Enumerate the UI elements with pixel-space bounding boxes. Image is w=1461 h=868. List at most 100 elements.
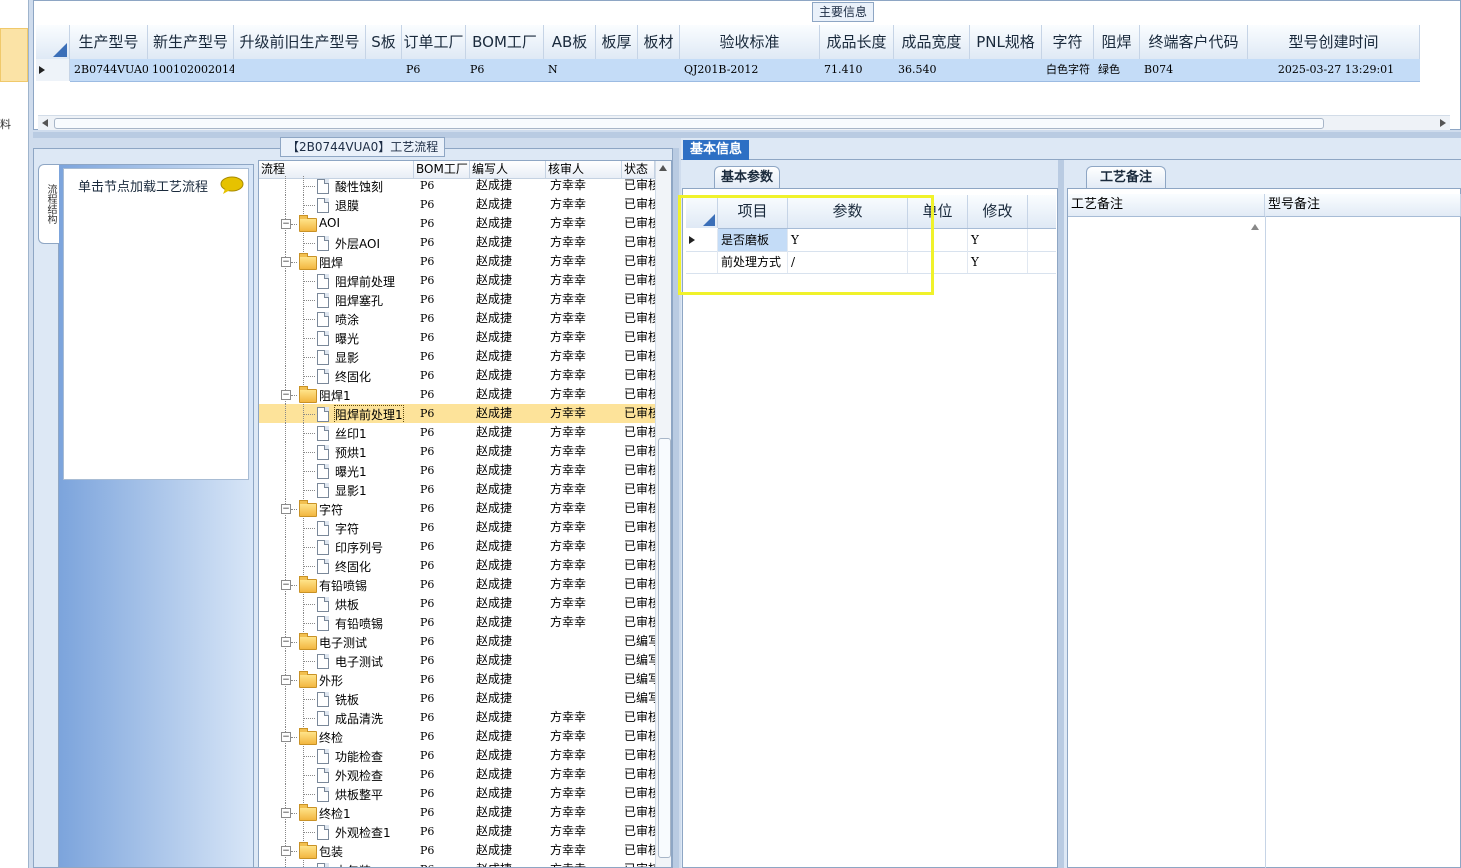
- main-grid-col-header[interactable]: 成品宽度: [894, 25, 970, 59]
- process-step-label[interactable]: 烘板整平: [335, 786, 383, 803]
- process-tree-row[interactable]: 预烘1 P6 赵成捷 方幸幸 已审核: [259, 442, 655, 461]
- process-tree-node[interactable]: 烘板: [259, 594, 414, 613]
- main-grid-cell[interactable]: 2B0744VUA0: [70, 59, 148, 81]
- main-grid-cell[interactable]: [366, 59, 402, 81]
- params-row[interactable]: 是否磨板 Y Y: [686, 229, 1056, 252]
- process-step-label[interactable]: 铣板: [335, 691, 359, 708]
- process-tree-node[interactable]: 终固化: [259, 366, 414, 385]
- process-group-label[interactable]: 阻焊: [319, 254, 343, 271]
- main-grid-cell[interactable]: [970, 59, 1042, 81]
- params-col-header[interactable]: 参数: [788, 195, 908, 228]
- main-grid-hscrollbar[interactable]: [38, 115, 1450, 130]
- process-tree-node[interactable]: − AOI: [259, 214, 414, 233]
- process-step-label[interactable]: 外观检查1: [335, 824, 391, 841]
- process-tree-node[interactable]: 字符: [259, 518, 414, 537]
- process-group-label[interactable]: 外形: [319, 672, 343, 689]
- process-tree-row[interactable]: 电子测试 P6 赵成捷 已编写: [259, 651, 655, 670]
- params-col-header[interactable]: 单位: [908, 195, 968, 228]
- process-tree-node[interactable]: − 字符: [259, 499, 414, 518]
- params-modify-cell[interactable]: Y: [968, 251, 1028, 273]
- process-tree-row[interactable]: 曝光 P6 赵成捷 方幸幸 已审核: [259, 328, 655, 347]
- process-step-label[interactable]: 终固化: [335, 558, 371, 575]
- left-strip-selected-item[interactable]: [0, 28, 28, 82]
- process-step-label[interactable]: 印序列号: [335, 539, 383, 556]
- process-step-label[interactable]: 显影1: [335, 482, 367, 499]
- process-tree-row[interactable]: − 包装 P6 赵成捷 方幸幸 已审核: [259, 841, 655, 860]
- process-tree-row[interactable]: 显影1 P6 赵成捷 方幸幸 已审核: [259, 480, 655, 499]
- process-group-label[interactable]: 终检: [319, 729, 343, 746]
- params-col-header[interactable]: 项目: [718, 195, 788, 228]
- params-col-header[interactable]: 修改: [968, 195, 1028, 228]
- process-step-label[interactable]: 阻焊塞孔: [335, 292, 383, 309]
- process-tree-node[interactable]: 预烘1: [259, 442, 414, 461]
- process-tree-node[interactable]: 曝光: [259, 328, 414, 347]
- process-tree-row[interactable]: 字符 P6 赵成捷 方幸幸 已审核: [259, 518, 655, 537]
- process-step-label[interactable]: 外层AOI: [335, 235, 380, 252]
- process-step-label[interactable]: 功能检查: [335, 748, 383, 765]
- process-tree-node[interactable]: 曝光1: [259, 461, 414, 480]
- node-list[interactable]: [63, 168, 249, 480]
- process-tree-node[interactable]: 退膜: [259, 195, 414, 214]
- main-grid-col-header[interactable]: S板: [366, 25, 402, 59]
- collapse-icon[interactable]: −: [281, 846, 291, 856]
- main-grid-col-header[interactable]: 成品长度: [820, 25, 894, 59]
- params-item-cell[interactable]: 前处理方式: [718, 251, 788, 273]
- process-tree-row[interactable]: 有铅喷锡 P6 赵成捷 方幸幸 已审核: [259, 613, 655, 632]
- main-grid-col-header[interactable]: 订单工厂: [402, 25, 466, 59]
- tab-basic-info[interactable]: 基本信息: [683, 140, 749, 160]
- process-step-label[interactable]: 曝光: [335, 330, 359, 347]
- collapse-icon[interactable]: −: [281, 219, 291, 229]
- params-value-cell[interactable]: /: [788, 251, 908, 273]
- main-grid-col-header[interactable]: 字符: [1042, 25, 1094, 59]
- process-tree-row[interactable]: 阻焊塞孔 P6 赵成捷 方幸幸 已审核: [259, 290, 655, 309]
- process-tree-row[interactable]: − 阻焊 P6 赵成捷 方幸幸 已审核: [259, 252, 655, 271]
- process-tree-node[interactable]: 铣板: [259, 689, 414, 708]
- process-group-label[interactable]: 终检1: [319, 805, 351, 822]
- scroll-left-icon[interactable]: [42, 119, 48, 127]
- process-tree-node[interactable]: − 阻焊1: [259, 385, 414, 404]
- params-modify-cell[interactable]: Y: [968, 229, 1028, 251]
- process-tree-node[interactable]: 酸性蚀刻: [259, 176, 414, 195]
- process-tree-row[interactable]: 退膜 P6 赵成捷 方幸幸 已审核: [259, 195, 655, 214]
- process-tree-node[interactable]: 阻焊前处理1: [259, 404, 414, 423]
- main-grid-cell[interactable]: 绿色: [1094, 59, 1140, 81]
- params-unit-cell[interactable]: [908, 229, 968, 251]
- process-tree-node[interactable]: 阻焊塞孔: [259, 290, 414, 309]
- process-tree-row[interactable]: 外层AOI P6 赵成捷 方幸幸 已审核: [259, 233, 655, 252]
- main-grid-col-header[interactable]: 升级前旧生产型号: [234, 25, 366, 59]
- process-tree-row[interactable]: 丝印1 P6 赵成捷 方幸幸 已审核: [259, 423, 655, 442]
- scroll-up-icon[interactable]: [659, 165, 667, 171]
- process-tree-node[interactable]: 外观检查: [259, 765, 414, 784]
- process-group-label[interactable]: 阻焊1: [319, 387, 351, 404]
- collapse-icon[interactable]: −: [281, 732, 291, 742]
- process-tree-node[interactable]: − 电子测试: [259, 632, 414, 651]
- main-grid-col-header[interactable]: PNL规格: [970, 25, 1042, 59]
- main-grid-cell[interactable]: P6: [466, 59, 544, 81]
- main-grid-col-header[interactable]: 验收标准: [680, 25, 820, 59]
- main-grid-col-header[interactable]: 板材: [638, 25, 680, 59]
- collapse-icon[interactable]: −: [281, 504, 291, 514]
- process-tree-node[interactable]: 显影1: [259, 480, 414, 499]
- collapse-icon[interactable]: −: [281, 580, 291, 590]
- process-tree-node[interactable]: − 阻焊: [259, 252, 414, 271]
- main-grid-cell[interactable]: 10010200201423: [148, 59, 234, 81]
- process-tree-row[interactable]: 喷涂 P6 赵成捷 方幸幸 已审核: [259, 309, 655, 328]
- process-tree-node[interactable]: 丝印1: [259, 423, 414, 442]
- main-grid-cell[interactable]: [596, 59, 638, 81]
- process-step-label[interactable]: 退膜: [335, 197, 359, 214]
- params-row[interactable]: 前处理方式 / Y: [686, 251, 1056, 274]
- process-step-label[interactable]: 酸性蚀刻: [335, 178, 383, 195]
- process-step-label[interactable]: 烘板: [335, 596, 359, 613]
- scroll-up-icon[interactable]: [1251, 224, 1259, 230]
- main-grid-cell[interactable]: [638, 59, 680, 81]
- process-group-label[interactable]: 字符: [319, 501, 343, 518]
- process-tree-node[interactable]: − 终检1: [259, 803, 414, 822]
- process-tree-row[interactable]: 烘板整平 P6 赵成捷 方幸幸 已审核: [259, 784, 655, 803]
- main-grid-col-header[interactable]: 阻焊: [1094, 25, 1140, 59]
- process-tree-node[interactable]: − 终检: [259, 727, 414, 746]
- process-step-label[interactable]: 电子测试: [335, 653, 383, 670]
- chat-bubble-icon[interactable]: [220, 176, 244, 194]
- collapse-icon[interactable]: −: [281, 808, 291, 818]
- process-tree-row[interactable]: 曝光1 P6 赵成捷 方幸幸 已审核: [259, 461, 655, 480]
- process-tree-node[interactable]: 成品清洗: [259, 708, 414, 727]
